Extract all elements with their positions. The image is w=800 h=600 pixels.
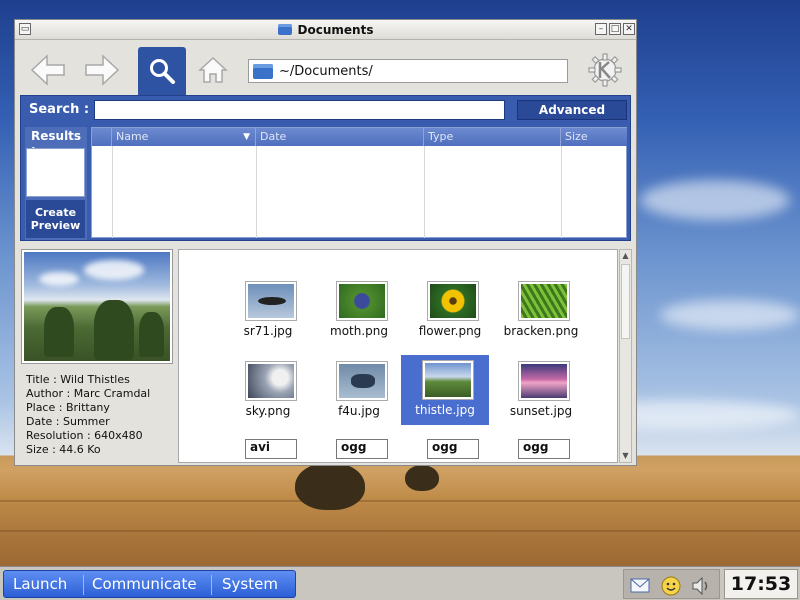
- column-header-size[interactable]: Size: [561, 128, 627, 146]
- file-thumbnail: [336, 281, 388, 321]
- meta-author: Author : Marc Cramdal: [26, 387, 151, 400]
- meta-title: Title : Wild Thistles: [26, 373, 130, 386]
- file-thumbnail: [518, 361, 570, 401]
- table-header-blank: [92, 128, 112, 146]
- minimize-button[interactable]: –: [595, 23, 607, 35]
- jet-photo-icon: [248, 284, 294, 318]
- forward-arrow-icon: [85, 54, 120, 86]
- results-table[interactable]: Name ▼ Date Type Size: [91, 127, 627, 238]
- file-thumbnail: [245, 281, 297, 321]
- window-title-text: Documents: [297, 23, 374, 37]
- file-name: moth.png: [330, 324, 388, 338]
- file-item[interactable]: moth.png: [315, 276, 403, 346]
- avi-video-icon: avi: [245, 439, 297, 459]
- search-panel: Search : Advanced Results : Create Previ…: [20, 95, 631, 241]
- folder-icon: [277, 24, 292, 35]
- file-name: flower.png: [418, 324, 482, 338]
- file-name: sky.png: [245, 404, 291, 418]
- search-label: Search :: [29, 102, 90, 117]
- file-name: thistle.jpg: [415, 403, 475, 417]
- forward-button[interactable]: [82, 50, 122, 90]
- scroll-down-icon[interactable]: ▼: [620, 450, 631, 461]
- file-thumbnail: [427, 281, 479, 321]
- ogg-audio-icon: ogg: [518, 439, 570, 459]
- volume-icon[interactable]: [690, 575, 712, 597]
- column-header-date[interactable]: Date: [256, 128, 424, 146]
- file-icon-view[interactable]: sr71.jpg moth.png flower.png bracken.png: [178, 249, 618, 463]
- sort-down-icon: ▼: [243, 132, 250, 142]
- file-item[interactable]: sky.png: [224, 356, 312, 426]
- folder-icon: [253, 63, 273, 79]
- menu-communicate[interactable]: Communicate: [92, 575, 197, 593]
- thistle-photo-icon: [425, 363, 471, 397]
- taskbar: Launch Communicate System 17:53: [0, 566, 800, 600]
- close-button[interactable]: ✕: [623, 23, 635, 35]
- image-preview: [21, 249, 173, 364]
- home-icon: [198, 56, 228, 83]
- file-item[interactable]: f4u.jpg: [315, 356, 403, 426]
- sunset-photo-icon: [521, 364, 567, 398]
- scrollbar-thumb[interactable]: [621, 264, 630, 339]
- sky-photo-icon: [248, 364, 294, 398]
- moth-photo-icon: [339, 284, 385, 318]
- meta-date: Date : Summer: [26, 415, 110, 428]
- kde-gear-icon: [588, 53, 622, 87]
- column-header-name-label: Name: [116, 130, 149, 143]
- file-item[interactable]: sr71.jpg: [224, 276, 312, 346]
- ogg-audio-icon: ogg: [427, 439, 479, 459]
- window-titlebar[interactable]: ▭ Documents – □ ✕: [15, 20, 636, 40]
- file-item[interactable]: ogg: [315, 434, 403, 462]
- plane-photo-icon: [339, 364, 385, 398]
- advanced-search-button[interactable]: Advanced: [517, 100, 627, 120]
- file-thumbnail: [245, 361, 297, 401]
- location-bar[interactable]: ~/Documents/: [248, 59, 568, 83]
- mail-icon[interactable]: [630, 575, 650, 595]
- file-thumbnail: [518, 281, 570, 321]
- file-name: sunset.jpg: [509, 404, 573, 418]
- file-item[interactable]: sunset.jpg: [497, 356, 585, 426]
- file-item[interactable]: avi: [224, 434, 312, 462]
- file-view-scrollbar[interactable]: ▲ ▼: [619, 249, 632, 463]
- window-title: Documents: [15, 23, 636, 37]
- thistle-preview-image: [24, 252, 170, 361]
- menu-system[interactable]: System: [222, 575, 278, 593]
- search-tab-button[interactable]: [138, 47, 186, 95]
- meta-size: Size : 44.6 Ko: [26, 443, 101, 456]
- scroll-up-icon[interactable]: ▲: [620, 250, 631, 261]
- magnifier-icon: [150, 59, 175, 84]
- file-item-selected[interactable]: thistle.jpg: [401, 355, 489, 425]
- results-sidebar: Results : Create Preview: [25, 127, 87, 240]
- start-menu-bar: Launch Communicate System: [3, 570, 296, 598]
- menu-launch[interactable]: Launch: [13, 575, 67, 593]
- search-input[interactable]: [94, 100, 505, 120]
- home-button[interactable]: [193, 50, 233, 90]
- chat-smiley-icon[interactable]: [660, 575, 682, 597]
- file-name: f4u.jpg: [338, 404, 380, 418]
- result-preview-area: [26, 148, 85, 197]
- meta-place: Place : Brittany: [26, 401, 110, 414]
- maximize-button[interactable]: □: [609, 23, 621, 35]
- file-thumbnail: [336, 361, 388, 401]
- column-header-name[interactable]: Name ▼: [112, 128, 256, 146]
- file-thumbnail: [422, 360, 474, 400]
- file-item[interactable]: bracken.png: [497, 276, 585, 346]
- create-preview-button[interactable]: Create Preview: [26, 200, 85, 238]
- file-item[interactable]: ogg: [497, 434, 585, 462]
- meta-resolution: Resolution : 640x480: [26, 429, 143, 442]
- file-name: bracken.png: [503, 324, 579, 338]
- file-item[interactable]: ogg: [406, 434, 494, 462]
- location-path: ~/Documents/: [279, 63, 373, 79]
- back-button[interactable]: [28, 50, 68, 90]
- system-tray: [623, 569, 720, 599]
- kde-menu-button[interactable]: [585, 50, 625, 90]
- back-arrow-icon: [30, 54, 65, 86]
- ogg-audio-icon: ogg: [336, 439, 388, 459]
- file-item[interactable]: flower.png: [406, 276, 494, 346]
- file-name: sr71.jpg: [243, 324, 293, 338]
- clock[interactable]: 17:53: [724, 569, 798, 599]
- column-header-type[interactable]: Type: [424, 128, 561, 146]
- file-manager-window: ▭ Documents – □ ✕ ~/Documents/ Search: …: [14, 19, 637, 466]
- flower-photo-icon: [430, 284, 476, 318]
- fern-photo-icon: [521, 284, 567, 318]
